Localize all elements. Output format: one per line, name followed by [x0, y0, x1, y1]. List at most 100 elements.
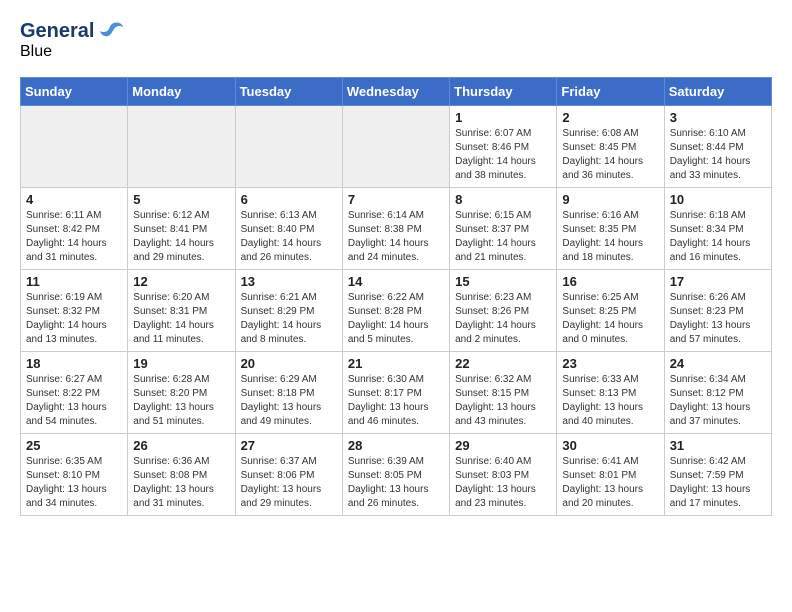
day-number: 6: [241, 192, 337, 207]
calendar-cell: 26 Sunrise: 6:36 AM Sunset: 8:08 PM Dayli…: [128, 434, 235, 516]
calendar-cell: 18 Sunrise: 6:27 AM Sunset: 8:22 PM Dayli…: [21, 352, 128, 434]
calendar-cell: 6 Sunrise: 6:13 AM Sunset: 8:40 PM Daylig…: [235, 188, 342, 270]
calendar-cell: 29 Sunrise: 6:40 AM Sunset: 8:03 PM Dayli…: [450, 434, 557, 516]
cell-info: Sunrise: 6:36 AM Sunset: 8:08 PM Dayligh…: [133, 455, 229, 511]
day-number: 31: [670, 438, 766, 453]
calendar-cell: 1Sunrise: 6:07 AM Sunset: 8:46 PM Daylig…: [450, 106, 557, 188]
day-number: 13: [241, 274, 337, 289]
calendar-cell: 31 Sunrise: 6:42 AM Sunset: 7:59 PM Dayli…: [664, 434, 771, 516]
day-number: 11: [26, 274, 122, 289]
calendar-cell: 17 Sunrise: 6:26 AM Sunset: 8:23 PM Dayli…: [664, 270, 771, 352]
calendar-cell: 4 Sunrise: 6:11 AM Sunset: 8:42 PM Daylig…: [21, 188, 128, 270]
cell-info: Sunrise: 6:26 AM Sunset: 8:23 PM Dayligh…: [670, 291, 766, 347]
day-header-tuesday: Tuesday: [235, 78, 342, 106]
calendar-cell: [128, 106, 235, 188]
calendar-cell: 28 Sunrise: 6:39 AM Sunset: 8:05 PM Dayli…: [342, 434, 449, 516]
logo-blue: Blue: [20, 43, 52, 60]
day-number: 15: [455, 274, 551, 289]
calendar-table: SundayMondayTuesdayWednesdayThursdayFrid…: [20, 77, 772, 516]
cell-info: Sunrise: 6:25 AM Sunset: 8:25 PM Dayligh…: [562, 291, 658, 347]
cell-info: Sunrise: 6:13 AM Sunset: 8:40 PM Dayligh…: [241, 209, 337, 265]
day-number: 2: [562, 110, 658, 125]
cell-info: Sunrise: 6:11 AM Sunset: 8:42 PM Dayligh…: [26, 209, 122, 265]
day-number: 14: [348, 274, 444, 289]
day-number: 3: [670, 110, 766, 125]
calendar-cell: 16 Sunrise: 6:25 AM Sunset: 8:25 PM Dayli…: [557, 270, 664, 352]
day-number: 8: [455, 192, 551, 207]
calendar-cell: 10 Sunrise: 6:18 AM Sunset: 8:34 PM Dayli…: [664, 188, 771, 270]
calendar-cell: 3 Sunrise: 6:10 AM Sunset: 8:44 PM Daylig…: [664, 106, 771, 188]
day-number: 16: [562, 274, 658, 289]
cell-info: Sunrise: 6:10 AM Sunset: 8:44 PM Dayligh…: [670, 127, 766, 183]
calendar-cell: 25 Sunrise: 6:35 AM Sunset: 8:10 PM Dayli…: [21, 434, 128, 516]
calendar-cell: 12Sunrise: 6:20 AM Sunset: 8:31 PM Dayli…: [128, 270, 235, 352]
calendar-cell: 11 Sunrise: 6:19 AM Sunset: 8:32 PM Dayli…: [21, 270, 128, 352]
calendar-cell: 22 Sunrise: 6:32 AM Sunset: 8:15 PM Dayli…: [450, 352, 557, 434]
calendar-cell: 9 Sunrise: 6:16 AM Sunset: 8:35 PM Daylig…: [557, 188, 664, 270]
cell-info: Sunrise: 6:14 AM Sunset: 8:38 PM Dayligh…: [348, 209, 444, 265]
day-number: 18: [26, 356, 122, 371]
day-header-monday: Monday: [128, 78, 235, 106]
day-number: 27: [241, 438, 337, 453]
cell-info: Sunrise: 6:22 AM Sunset: 8:28 PM Dayligh…: [348, 291, 444, 347]
calendar-cell: [21, 106, 128, 188]
day-number: 24: [670, 356, 766, 371]
day-number: 28: [348, 438, 444, 453]
day-number: 17: [670, 274, 766, 289]
cell-info: Sunrise: 6:19 AM Sunset: 8:32 PM Dayligh…: [26, 291, 122, 347]
day-header-thursday: Thursday: [450, 78, 557, 106]
cell-info: Sunrise: 6:30 AM Sunset: 8:17 PM Dayligh…: [348, 373, 444, 429]
day-number: 22: [455, 356, 551, 371]
cell-info: Sunrise: 6:41 AM Sunset: 8:01 PM Dayligh…: [562, 455, 658, 511]
cell-info: Sunrise: 6:33 AM Sunset: 8:13 PM Dayligh…: [562, 373, 658, 429]
calendar-cell: 13 Sunrise: 6:21 AM Sunset: 8:29 PM Dayli…: [235, 270, 342, 352]
calendar-cell: 21 Sunrise: 6:30 AM Sunset: 8:17 PM Dayli…: [342, 352, 449, 434]
day-number: 26: [133, 438, 229, 453]
logo-general: General: [20, 20, 94, 43]
day-number: 29: [455, 438, 551, 453]
logo: General Blue: [20, 20, 124, 61]
day-header-sunday: Sunday: [21, 78, 128, 106]
cell-info: Sunrise: 6:29 AM Sunset: 8:18 PM Dayligh…: [241, 373, 337, 429]
calendar-cell: 14 Sunrise: 6:22 AM Sunset: 8:28 PM Dayli…: [342, 270, 449, 352]
day-header-friday: Friday: [557, 78, 664, 106]
day-number: 7: [348, 192, 444, 207]
day-number: 4: [26, 192, 122, 207]
calendar-cell: 27 Sunrise: 6:37 AM Sunset: 8:06 PM Dayli…: [235, 434, 342, 516]
calendar-cell: [342, 106, 449, 188]
calendar-cell: 20 Sunrise: 6:29 AM Sunset: 8:18 PM Dayli…: [235, 352, 342, 434]
cell-info: Sunrise: 6:40 AM Sunset: 8:03 PM Dayligh…: [455, 455, 551, 511]
day-header-wednesday: Wednesday: [342, 78, 449, 106]
day-number: 19: [133, 356, 229, 371]
day-number: 25: [26, 438, 122, 453]
cell-info: Sunrise: 6:35 AM Sunset: 8:10 PM Dayligh…: [26, 455, 122, 511]
day-number: 30: [562, 438, 658, 453]
day-number: 9: [562, 192, 658, 207]
calendar-cell: [235, 106, 342, 188]
cell-info: Sunrise: 6:37 AM Sunset: 8:06 PM Dayligh…: [241, 455, 337, 511]
cell-info: Sunrise: 6:23 AM Sunset: 8:26 PM Dayligh…: [455, 291, 551, 347]
day-number: 21: [348, 356, 444, 371]
cell-info: Sunrise: 6:32 AM Sunset: 8:15 PM Dayligh…: [455, 373, 551, 429]
day-number: 5: [133, 192, 229, 207]
cell-info: Sunrise: 6:28 AM Sunset: 8:20 PM Dayligh…: [133, 373, 229, 429]
cell-info: Sunrise: 6:20 AM Sunset: 8:31 PM Dayligh…: [133, 291, 229, 347]
cell-info: Sunrise: 6:34 AM Sunset: 8:12 PM Dayligh…: [670, 373, 766, 429]
calendar-cell: 15 Sunrise: 6:23 AM Sunset: 8:26 PM Dayli…: [450, 270, 557, 352]
cell-info: Sunrise: 6:15 AM Sunset: 8:37 PM Dayligh…: [455, 209, 551, 265]
cell-info: Sunrise: 6:18 AM Sunset: 8:34 PM Dayligh…: [670, 209, 766, 265]
day-number: 23: [562, 356, 658, 371]
day-number: 1: [455, 110, 551, 125]
calendar-cell: 19 Sunrise: 6:28 AM Sunset: 8:20 PM Dayli…: [128, 352, 235, 434]
calendar-cell: 30 Sunrise: 6:41 AM Sunset: 8:01 PM Dayli…: [557, 434, 664, 516]
cell-info: Sunrise: 6:39 AM Sunset: 8:05 PM Dayligh…: [348, 455, 444, 511]
cell-info: Sunrise: 6:42 AM Sunset: 7:59 PM Dayligh…: [670, 455, 766, 511]
calendar-cell: 7 Sunrise: 6:14 AM Sunset: 8:38 PM Daylig…: [342, 188, 449, 270]
cell-info: Sunrise: 6:16 AM Sunset: 8:35 PM Dayligh…: [562, 209, 658, 265]
cell-info: Sunrise: 6:21 AM Sunset: 8:29 PM Dayligh…: [241, 291, 337, 347]
day-number: 10: [670, 192, 766, 207]
cell-info: Sunrise: 6:27 AM Sunset: 8:22 PM Dayligh…: [26, 373, 122, 429]
logo-bird-icon: [98, 21, 124, 43]
day-number: 20: [241, 356, 337, 371]
day-header-saturday: Saturday: [664, 78, 771, 106]
